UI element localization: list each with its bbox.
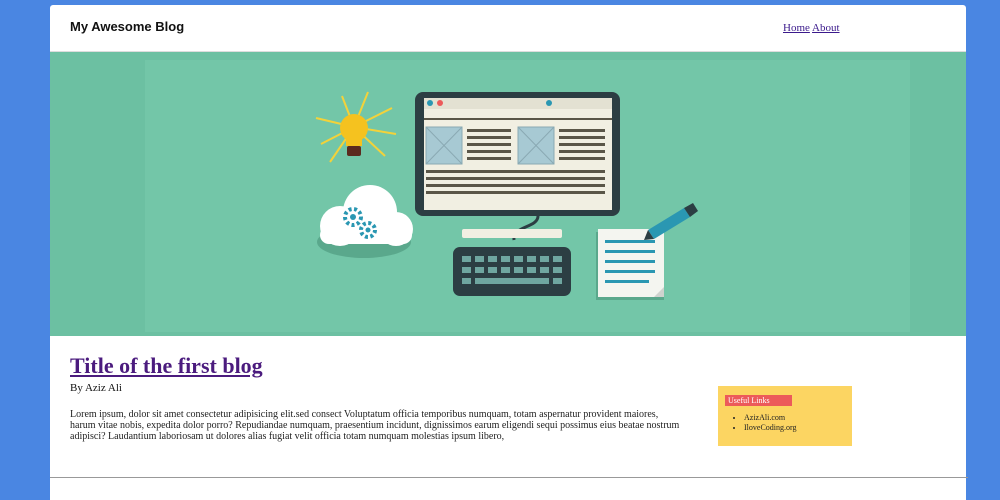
main-nav: Home About [783,22,840,34]
post-excerpt: Lorem ipsum, dolor sit amet consectetur … [70,409,680,442]
useful-links-widget: Useful Links AzizAli.com IloveCoding.org [718,386,852,446]
nav-link-about[interactable]: About [812,22,840,34]
keyboard-icon [453,247,571,296]
page-container: My Awesome Blog Home About Title of the … [50,5,968,500]
site-header: My Awesome Blog Home About [50,5,966,52]
post-byline: By Aziz Ali [70,382,122,394]
nav-link-home[interactable]: Home [783,22,810,34]
hero-banner [50,52,966,336]
link-ilovecoding[interactable]: IloveCoding.org [744,423,797,433]
useful-links-list: AzizAli.com IloveCoding.org [732,413,797,433]
desk-pad [462,229,562,238]
useful-links-title: Useful Links [725,395,792,406]
site-title: My Awesome Blog [70,19,185,34]
post-title-link[interactable]: Title of the first blog [70,353,690,379]
blog-post: Title of the first blog By Aziz Ali Lore… [70,353,690,442]
link-azizali[interactable]: AzizAli.com [744,413,797,423]
footer-divider [50,477,968,478]
hero-illustration [145,60,910,332]
